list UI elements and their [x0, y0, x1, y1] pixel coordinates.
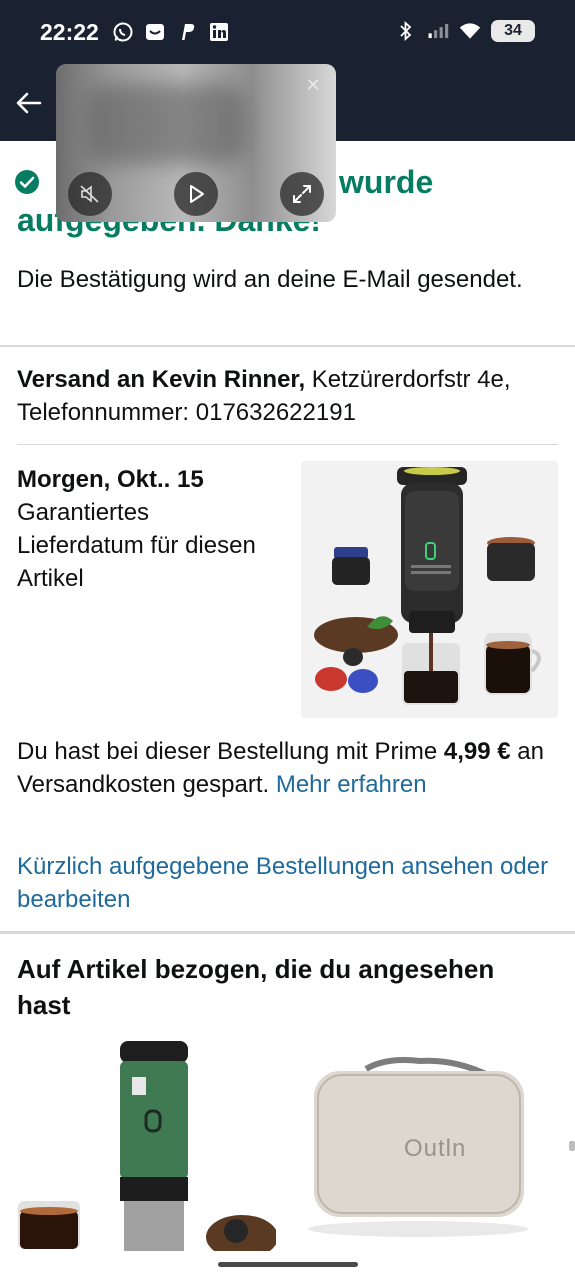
- bluetooth-icon: [395, 20, 417, 42]
- arrow-left-icon[interactable]: [14, 88, 44, 118]
- email-confirmation-note: Die Bestätigung wird an deine E-Mail ges…: [17, 266, 523, 293]
- learn-more-link[interactable]: Mehr erfahren: [276, 771, 427, 798]
- mail-icon: [144, 21, 166, 43]
- signal-icon: [427, 20, 449, 42]
- recommended-product-1[interactable]: [14, 1041, 276, 1251]
- battery-icon: 34: [491, 20, 535, 42]
- recommendations-title: Auf Artikel bezogen, die du angesehen ha…: [17, 954, 495, 1020]
- prime-savings-amount: 4,99 €: [443, 738, 511, 765]
- case-brand-logo: Outln: [404, 1135, 467, 1162]
- recent-orders-link[interactable]: Kürzlich aufgegebene Bestellungen ansehe…: [17, 850, 562, 916]
- delivery-description: Garantiertes Lieferdatum für diesen Arti…: [17, 499, 256, 592]
- wifi-icon: [459, 20, 481, 42]
- play-icon[interactable]: [174, 172, 218, 216]
- whatsapp-icon: [112, 21, 134, 43]
- paypal-icon: [176, 21, 198, 43]
- status-bar: 22:22 34: [0, 0, 575, 66]
- linkedin-icon: [208, 21, 230, 43]
- video-preview: [86, 84, 246, 164]
- divider: [0, 931, 575, 934]
- gesture-home-bar[interactable]: [218, 1262, 358, 1267]
- video-pip-player[interactable]: ✕: [56, 64, 336, 222]
- carousel-scroll-indicator: [569, 1141, 575, 1151]
- divider: [17, 444, 558, 445]
- divider: [0, 345, 575, 347]
- mute-icon[interactable]: [68, 172, 112, 216]
- ordered-product-image[interactable]: [301, 461, 558, 718]
- prime-text-start: Du hast bei dieser Bestellung mit Prime: [17, 738, 444, 765]
- shipping-recipient: Versand an Kevin Rinner,: [17, 366, 306, 393]
- notification-icons: [112, 21, 230, 43]
- prime-savings-note: Du hast bei dieser Bestellung mit Prime …: [17, 735, 562, 801]
- recommended-product-2[interactable]: Outln: [296, 1041, 546, 1251]
- status-time: 22:22: [40, 19, 99, 45]
- system-icons: 34: [395, 20, 535, 42]
- shipping-address: Versand an Kevin Rinner, Ketzürerdorfstr…: [17, 363, 547, 429]
- expand-icon[interactable]: [280, 172, 324, 216]
- delivery-date: Morgen, Okt.. 15: [17, 466, 204, 493]
- close-icon[interactable]: ✕: [304, 76, 322, 94]
